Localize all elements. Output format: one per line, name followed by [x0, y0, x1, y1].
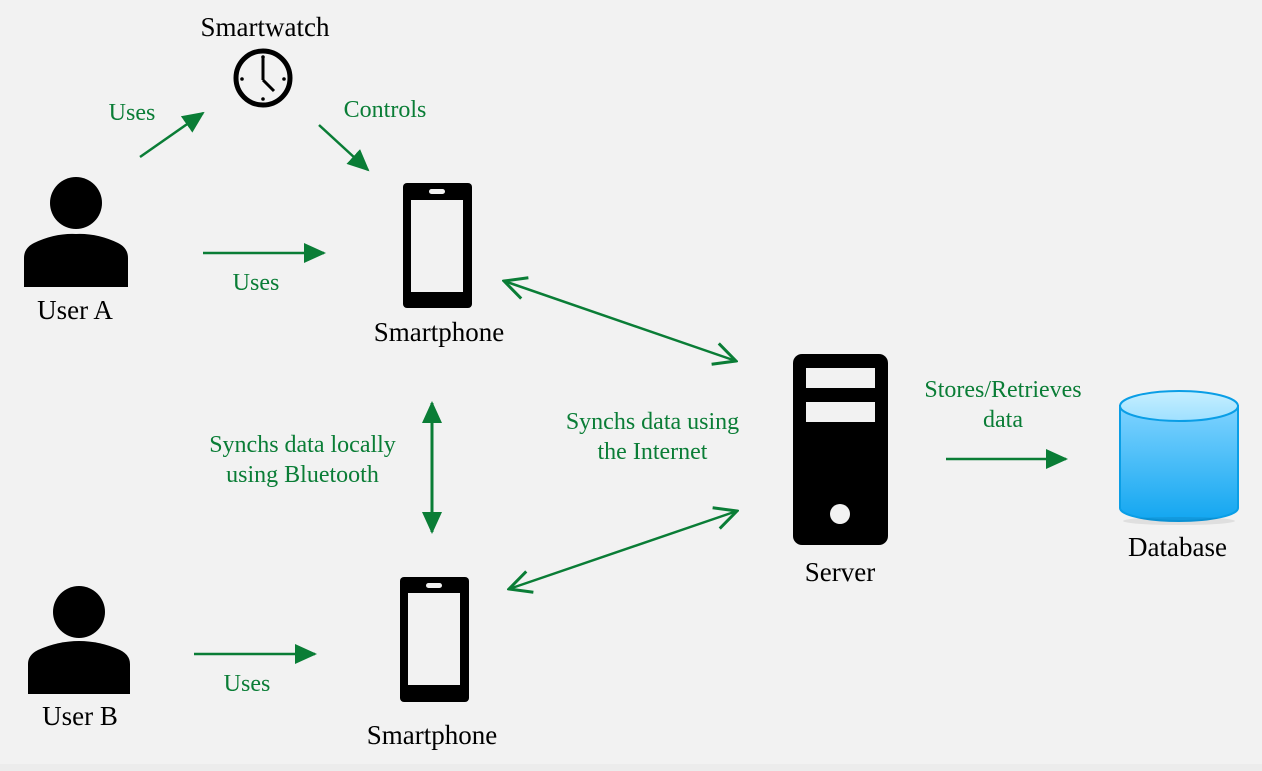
- bluetooth-sync-line1: Synchs data locally: [209, 432, 396, 458]
- database-label: Database: [1128, 532, 1227, 562]
- clock-icon: [233, 48, 293, 108]
- arrow-internet-sync-b: [509, 511, 737, 589]
- uses-phone-b-label: Uses: [223, 671, 271, 697]
- user-b-icon: [28, 586, 130, 694]
- server-icon: [793, 354, 888, 545]
- controls-label: Controls: [343, 97, 427, 123]
- arrow-smartwatch-phone: [318, 124, 370, 172]
- database-icon: [1119, 390, 1239, 525]
- smartphone-a-label: Smartphone: [373, 317, 505, 347]
- bluetooth-sync-label: Synchs data locally using Bluetooth: [180, 430, 425, 490]
- smartphone-b-icon: [400, 577, 469, 702]
- smartwatch-label: Smartwatch: [200, 12, 330, 42]
- stores-retrieves-label: Stores/Retrieves data: [898, 375, 1108, 435]
- uses-smartwatch-label: Uses: [108, 100, 156, 126]
- stores-retrieves-line2: data: [983, 407, 1023, 433]
- server-label: Server: [804, 557, 876, 587]
- internet-sync-line2: the Internet: [597, 439, 708, 465]
- smartphone-a-icon: [403, 183, 472, 308]
- arrow-internet-sync-a: [504, 281, 736, 361]
- user-b-label: User B: [42, 701, 118, 731]
- smartphone-b-label: Smartphone: [366, 720, 498, 750]
- bluetooth-sync-line2: using Bluetooth: [226, 462, 379, 488]
- uses-phone-a-label: Uses: [232, 270, 280, 296]
- internet-sync-label: Synchs data using the Internet: [540, 407, 765, 467]
- internet-sync-line1: Synchs data using: [565, 409, 740, 435]
- stores-retrieves-line1: Stores/Retrieves: [924, 377, 1082, 403]
- user-a-icon: [24, 177, 128, 287]
- user-a-label: User A: [37, 295, 113, 325]
